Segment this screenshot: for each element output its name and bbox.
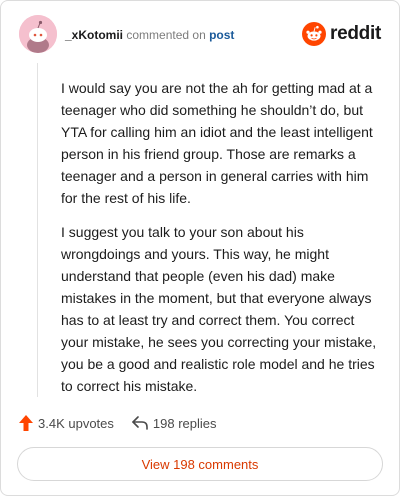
reddit-wordmark: reddit: [330, 23, 381, 44]
upvote-arrow-icon: [19, 415, 33, 431]
comment-header: _xKotomii commented on post reddit: [19, 15, 383, 55]
comment-body: I would say you are not the ah for getti…: [61, 77, 383, 409]
comment-byline: _xKotomii commented on post: [65, 28, 234, 42]
upvote-count: 3.4K upvotes: [38, 415, 114, 431]
post-link[interactable]: post: [209, 28, 234, 42]
comment-paragraph: I suggest you talk to your son about his…: [61, 224, 377, 394]
reply-count: 198 replies: [152, 415, 217, 431]
comment-actions: 3.4K upvotes 198 replies: [19, 413, 217, 433]
reddit-alien-icon: [302, 22, 327, 46]
replies-button[interactable]: 198 replies: [132, 416, 217, 431]
comment-card: _xKotomii commented on post reddit I wou…: [0, 0, 400, 496]
upvote-button[interactable]: 3.4K upvotes: [19, 415, 114, 431]
commented-on-text: commented on: [126, 28, 206, 42]
view-comments-label: View 198 comments: [141, 456, 259, 472]
view-comments-button[interactable]: View 198 comments: [17, 447, 383, 481]
snoo-avatar-icon: [19, 15, 57, 53]
username-link[interactable]: _xKotomii: [65, 28, 123, 42]
thread-line: [37, 63, 38, 397]
avatar[interactable]: [19, 15, 57, 53]
reply-arrow-icon: [132, 416, 148, 430]
reddit-logo[interactable]: reddit: [302, 22, 381, 46]
comment-paragraph: I would say you are not the ah for getti…: [61, 80, 373, 206]
